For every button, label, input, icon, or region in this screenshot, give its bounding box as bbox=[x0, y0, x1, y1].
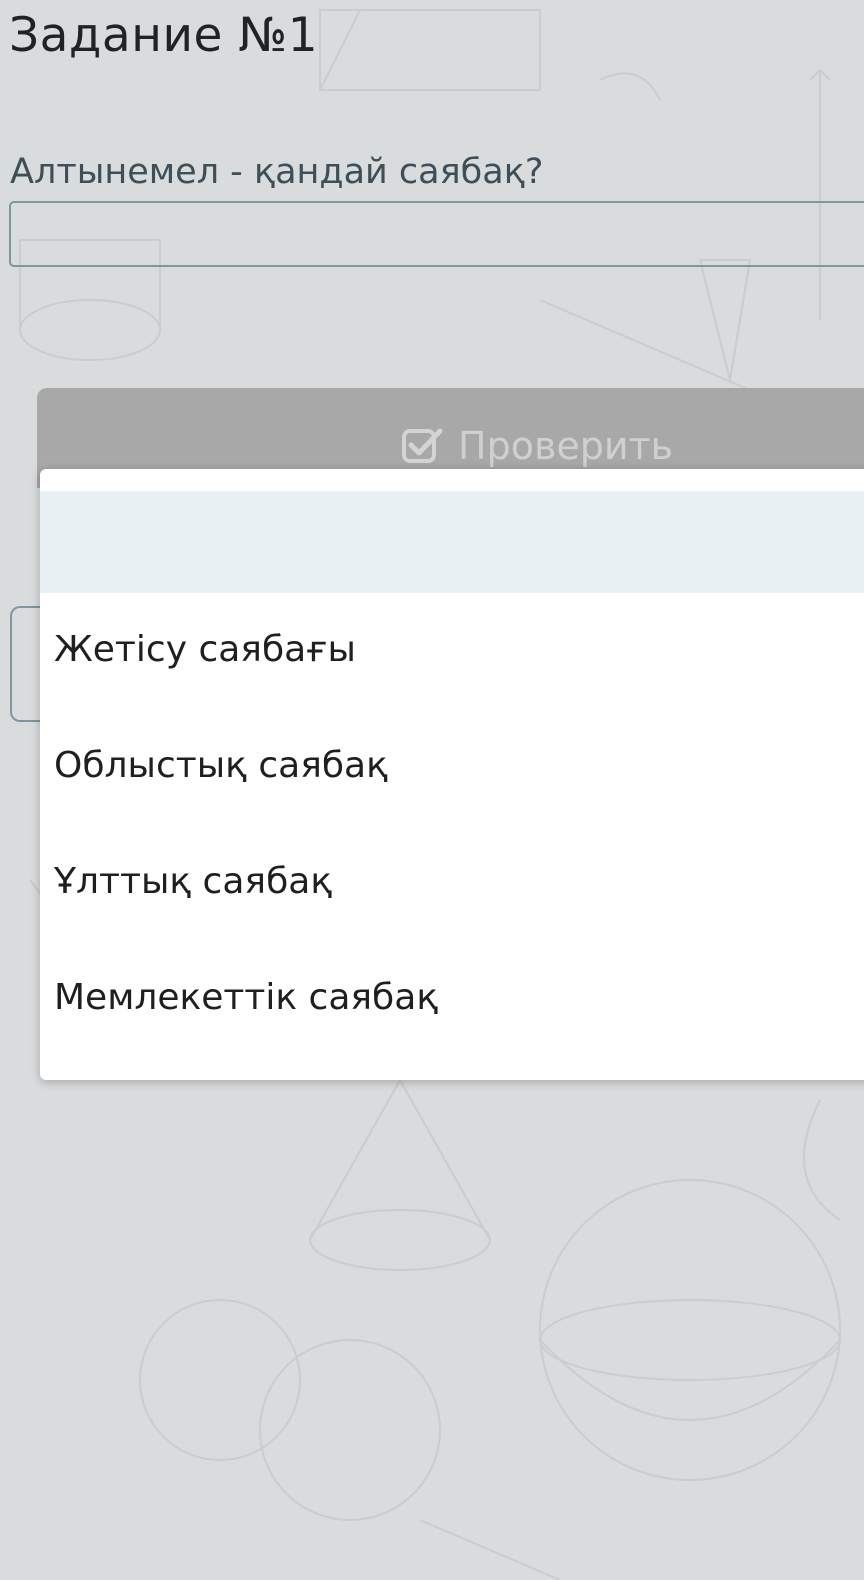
page-title: Задание №1 bbox=[9, 8, 319, 63]
question-label: Алтынемел - қандай саябақ? bbox=[10, 152, 544, 192]
dropdown-option-empty[interactable] bbox=[40, 491, 864, 593]
dropdown-option-regional[interactable]: Облыстық саябақ bbox=[54, 745, 388, 786]
answer-select[interactable] bbox=[9, 201, 864, 267]
check-square-icon bbox=[402, 427, 444, 465]
dropdown-option-zhetisu[interactable]: Жетісу саябағы bbox=[54, 629, 356, 670]
dropdown-option-national[interactable]: Ұлттық саябақ bbox=[54, 861, 332, 902]
dropdown-option-state[interactable]: Мемлекеттік саябақ bbox=[54, 977, 438, 1018]
answer-dropdown-menu: Жетісу саябағы Облыстық саябақ Ұлттық са… bbox=[40, 469, 864, 1080]
check-button-label: Проверить bbox=[458, 424, 674, 468]
